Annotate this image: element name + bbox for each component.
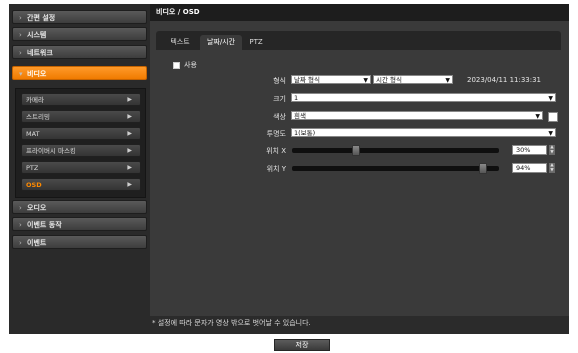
sidebar: › 간편 설정 › 시스템 › 네트워크 ▾ 비디오 카메라 ▶ 스트리밍 ▶ MAT ▶ 프… [9, 4, 150, 334]
chevron-right-icon: › [19, 204, 22, 212]
content-panel: 텍스트 날짜/시간 PTZ 사용 형식 날짜 형식 ▼ 시간 형식 ▼ 2023/0… [150, 21, 569, 316]
color-label: 색상 [273, 113, 286, 121]
format-label: 형식 [273, 77, 286, 85]
chevron-right-icon: › [19, 221, 22, 229]
app-frame: › 간편 설정 › 시스템 › 네트워크 ▾ 비디오 카메라 ▶ 스트리밍 ▶ MAT ▶ 프… [9, 4, 569, 349]
position-y-spinner[interactable]: ▲ ▼ [549, 163, 555, 173]
page-title: 비디오 / OSD [150, 4, 569, 21]
transparency-select[interactable]: 1(보통) ▼ [291, 128, 556, 137]
caret-right-icon: ▶ [127, 96, 132, 103]
osd-datetime-panel: 사용 형식 날짜 형식 ▼ 시간 형식 ▼ 2023/04/11 11:33:31 … [156, 50, 561, 312]
size-label: 크기 [273, 95, 286, 103]
tab-ptz[interactable]: PTZ [244, 35, 268, 50]
caret-right-icon: ▶ [127, 130, 132, 137]
submenu-item-streaming[interactable]: 스트리밍 ▶ [21, 110, 141, 123]
sidebar-item-video[interactable]: ▾ 비디오 [12, 66, 147, 80]
save-button[interactable]: 저장 [274, 339, 330, 351]
dropdown-arrow-icon: ▼ [548, 130, 553, 137]
time-format-select[interactable]: 시간 형식 ▼ [373, 75, 453, 84]
chevron-right-icon: › [19, 31, 22, 39]
position-y-label: 위치 Y [266, 165, 286, 173]
tab-text[interactable]: 텍스트 [162, 35, 198, 50]
position-x-label: 위치 X [266, 147, 286, 155]
color-select[interactable]: 흰색 ▼ [291, 111, 543, 120]
chevron-right-icon: › [19, 49, 22, 57]
caret-right-icon: ▶ [127, 164, 132, 171]
chevron-right-icon: › [19, 239, 22, 247]
tab-bar: 텍스트 날짜/시간 PTZ [156, 31, 561, 50]
note-text: * 설정에 따라 문자가 영상 밖으로 벗어날 수 있습니다. [150, 316, 569, 330]
submenu-item-ptz[interactable]: PTZ ▶ [21, 161, 141, 174]
sidebar-item-quick-setup[interactable]: › 간편 설정 [12, 10, 147, 24]
dropdown-arrow-icon: ▼ [445, 77, 450, 84]
checkbox-box[interactable] [173, 61, 180, 69]
caret-right-icon: ▶ [127, 147, 132, 154]
submenu-item-mat[interactable]: MAT ▶ [21, 127, 141, 140]
tab-date-time[interactable]: 날짜/시간 [200, 35, 242, 50]
position-x-slider[interactable] [292, 145, 499, 156]
position-x-spinner[interactable]: ▲ ▼ [549, 145, 555, 155]
slider-thumb[interactable] [479, 163, 487, 174]
caret-right-icon: ▶ [127, 113, 132, 120]
date-format-select[interactable]: 날짜 형식 ▼ [291, 75, 371, 84]
spin-down-icon[interactable]: ▼ [549, 168, 555, 173]
position-x-input[interactable]: 30% [512, 145, 547, 155]
chevron-right-icon: › [19, 14, 22, 22]
dropdown-arrow-icon: ▼ [548, 95, 553, 102]
caret-right-icon: ▶ [127, 181, 132, 188]
size-select[interactable]: 1 ▼ [291, 93, 556, 102]
dropdown-arrow-icon: ▼ [535, 113, 540, 120]
submenu-item-camera[interactable]: 카메라 ▶ [21, 93, 141, 106]
color-swatch[interactable] [548, 112, 558, 122]
sidebar-item-event-action[interactable]: › 이벤트 동작 [12, 217, 147, 231]
main-area: 비디오 / OSD 텍스트 날짜/시간 PTZ 사용 형식 날짜 형식 ▼ 시간 … [150, 4, 569, 349]
sidebar-item-network[interactable]: › 네트워크 [12, 45, 147, 59]
position-y-input[interactable]: 94% [512, 163, 547, 173]
sidebar-item-event[interactable]: › 이벤트 [12, 235, 147, 249]
submenu-item-privacy-masking[interactable]: 프라이버시 마스킹 ▶ [21, 144, 141, 157]
video-submenu: 카메라 ▶ 스트리밍 ▶ MAT ▶ 프라이버시 마스킹 ▶ PTZ ▶ OSD ▶ [15, 88, 146, 198]
slider-thumb[interactable] [352, 145, 360, 156]
spin-down-icon[interactable]: ▼ [549, 150, 555, 155]
sidebar-item-audio[interactable]: › 오디오 [12, 200, 147, 214]
position-y-slider[interactable] [292, 163, 499, 174]
dropdown-arrow-icon: ▼ [363, 77, 368, 84]
datetime-preview: 2023/04/11 11:33:31 [467, 76, 542, 84]
submenu-item-osd[interactable]: OSD ▶ [21, 178, 141, 191]
transparency-label: 투명도 [266, 130, 286, 138]
sidebar-item-system[interactable]: › 시스템 [12, 27, 147, 41]
chevron-down-icon: ▾ [19, 70, 23, 78]
use-checkbox[interactable]: 사용 [173, 60, 197, 70]
